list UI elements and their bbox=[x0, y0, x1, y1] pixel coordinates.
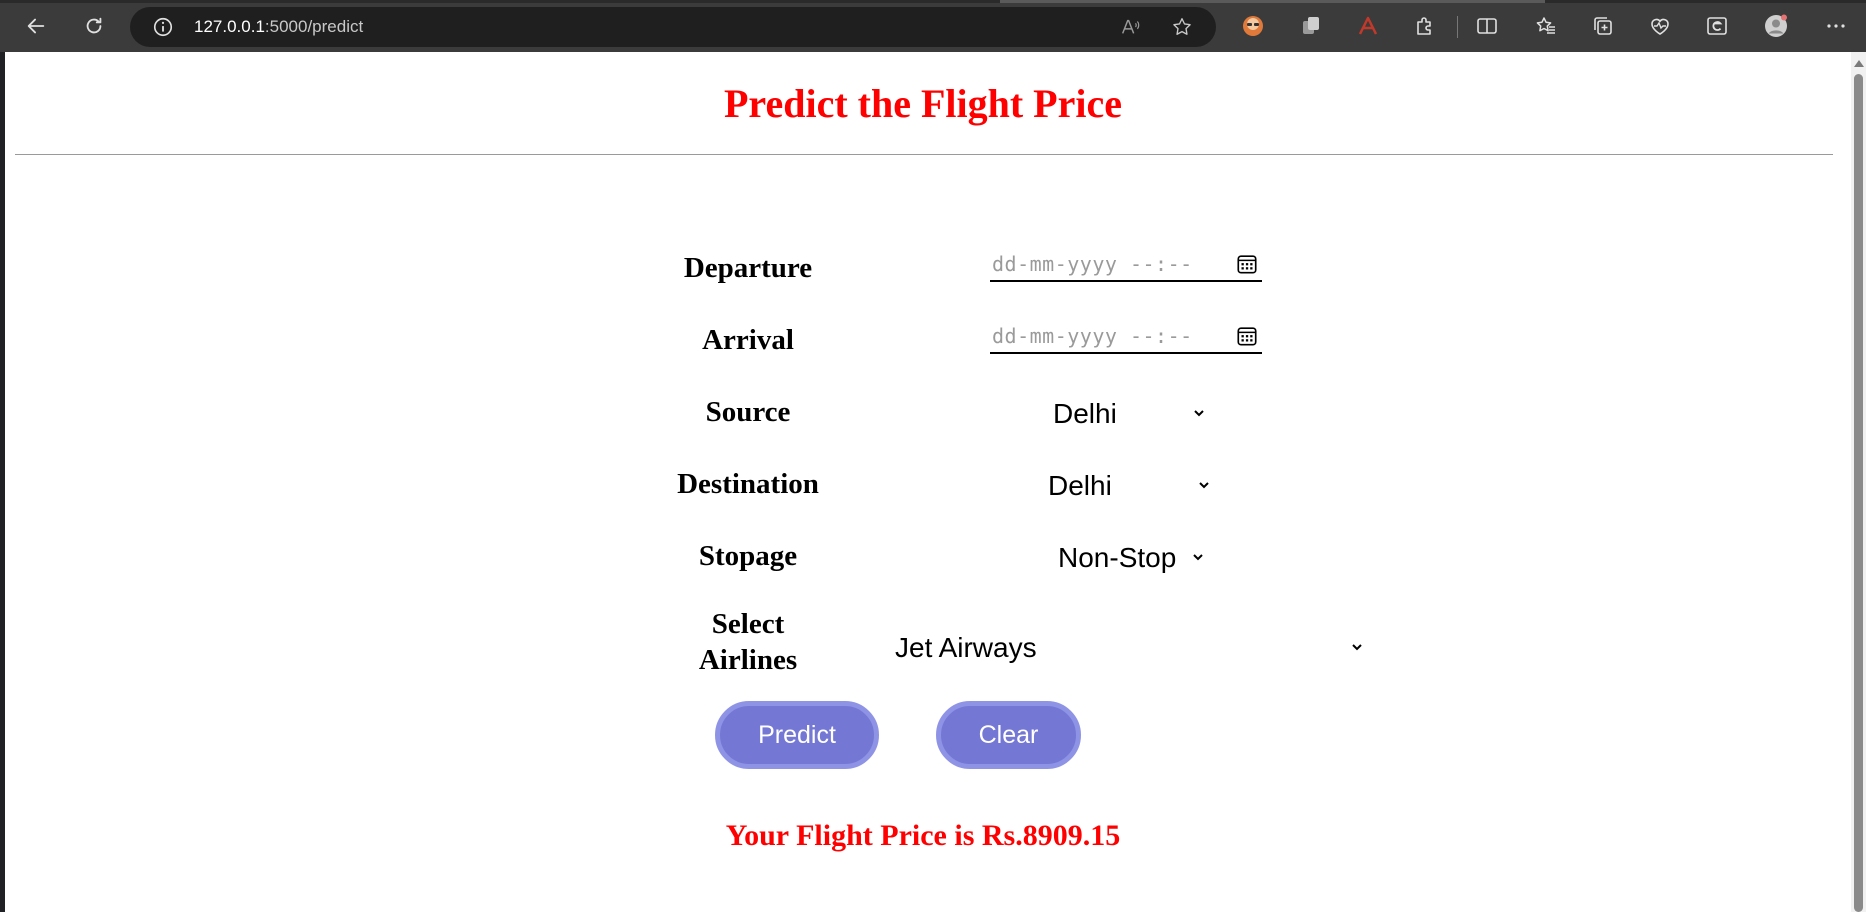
refresh-button[interactable] bbox=[76, 8, 112, 44]
destination-selected-value: Delhi bbox=[1048, 470, 1112, 501]
extension-acrobat-icon[interactable] bbox=[1354, 12, 1382, 40]
favorites-icon[interactable] bbox=[1532, 12, 1560, 40]
page-scrollbar[interactable] bbox=[1851, 52, 1866, 912]
source-select[interactable]: Delhi bbox=[1053, 394, 1211, 434]
predict-button[interactable]: Predict bbox=[715, 701, 879, 769]
destination-label: Destination bbox=[677, 468, 819, 500]
back-arrow-icon bbox=[27, 18, 45, 34]
airlines-selected-value: Jet Airways bbox=[895, 632, 1037, 663]
chevron-down-icon bbox=[1193, 554, 1203, 561]
toolbar-separator bbox=[1457, 16, 1458, 38]
page-title: Predict the Flight Price bbox=[723, 81, 1122, 126]
source-selected-value: Delhi bbox=[1053, 398, 1117, 429]
page-viewport: Predict the Flight Price Departure dd-mm… bbox=[5, 52, 1851, 912]
arrival-input[interactable]: dd-mm-yyyy --:-- bbox=[990, 320, 1262, 354]
collections-icon[interactable] bbox=[1589, 12, 1617, 40]
chevron-down-icon bbox=[1194, 410, 1204, 417]
stopage-selected-value: Non-Stop bbox=[1058, 542, 1177, 573]
airlines-label: Select Airlines bbox=[628, 606, 868, 678]
clear-button[interactable]: Clear bbox=[936, 701, 1081, 769]
calendar-icon[interactable] bbox=[1236, 253, 1258, 275]
split-screen-icon[interactable] bbox=[1473, 12, 1501, 40]
stopage-select[interactable]: Non-Stop bbox=[1058, 538, 1208, 578]
source-label: Source bbox=[705, 396, 791, 428]
chevron-down-icon bbox=[1199, 482, 1209, 489]
favorite-star-icon[interactable] bbox=[1171, 16, 1193, 38]
airlines-label-line1: Select bbox=[711, 608, 785, 640]
browser-toolbar: 127.0.0.1:5000/predict bbox=[0, 0, 1866, 52]
prediction-result: Your Flight Price is Rs.8909.15 bbox=[725, 819, 1121, 852]
address-bar[interactable]: 127.0.0.1:5000/predict bbox=[130, 7, 1216, 47]
extensions-puzzle-icon[interactable] bbox=[1411, 12, 1439, 40]
browser-essentials-icon[interactable] bbox=[1646, 12, 1674, 40]
url-host: 127.0.0.1 bbox=[194, 17, 265, 36]
airlines-select[interactable]: Jet Airways bbox=[895, 628, 1370, 668]
departure-placeholder: dd-mm-yyyy --:-- bbox=[992, 252, 1193, 276]
chevron-down-icon bbox=[1352, 644, 1362, 651]
read-aloud-icon[interactable] bbox=[1119, 16, 1141, 38]
departure-label: Departure bbox=[683, 252, 813, 284]
tab-strip bbox=[0, 0, 1866, 3]
tab-strip-accent bbox=[1000, 0, 1545, 3]
extension-copy-icon[interactable] bbox=[1297, 12, 1325, 40]
airlines-label-line2: Airlines bbox=[698, 644, 798, 676]
departure-input[interactable]: dd-mm-yyyy --:-- bbox=[990, 248, 1262, 282]
url-text[interactable]: 127.0.0.1:5000/predict bbox=[194, 7, 363, 47]
edge-icon[interactable] bbox=[1703, 12, 1731, 40]
scrollbar-thumb[interactable] bbox=[1854, 74, 1863, 912]
stopage-label: Stopage bbox=[698, 540, 798, 572]
site-info-icon[interactable] bbox=[152, 16, 174, 38]
calendar-icon[interactable] bbox=[1236, 325, 1258, 347]
arrival-placeholder: dd-mm-yyyy --:-- bbox=[992, 324, 1193, 348]
more-options-icon[interactable] bbox=[1822, 12, 1850, 40]
refresh-icon bbox=[86, 17, 102, 34]
profile-avatar[interactable] bbox=[1762, 12, 1790, 40]
destination-select[interactable]: Delhi bbox=[1048, 466, 1216, 506]
url-path: :5000/predict bbox=[264, 17, 364, 36]
extension-avatar-icon[interactable] bbox=[1239, 12, 1267, 40]
back-button[interactable] bbox=[18, 8, 54, 44]
scroll-up-arrow-icon[interactable] bbox=[1854, 60, 1864, 67]
title-divider bbox=[15, 154, 1833, 155]
arrival-label: Arrival bbox=[702, 324, 794, 356]
